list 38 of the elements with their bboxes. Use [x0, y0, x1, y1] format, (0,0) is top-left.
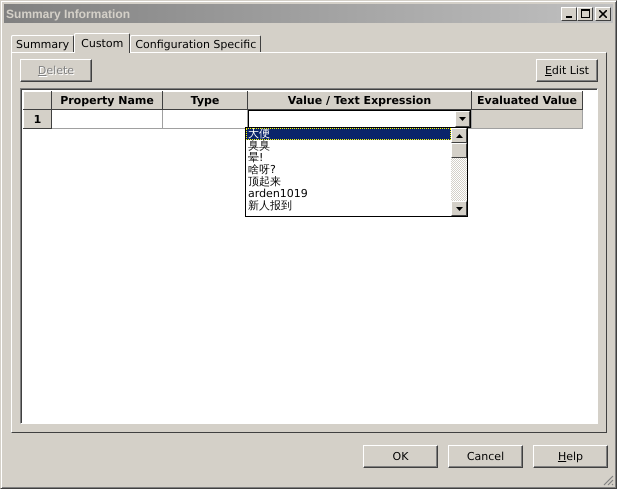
resize-grip-icon [602, 474, 614, 486]
caret-icon [459, 117, 466, 121]
table-cell[interactable] [52, 110, 162, 128]
dropdown-item[interactable]: 新人报到 [246, 200, 451, 212]
scrollbar[interactable] [451, 128, 467, 216]
dropdown-button[interactable] [455, 111, 470, 127]
minimize-button[interactable] [561, 6, 577, 20]
dropdown-item[interactable]: 大便 [246, 128, 451, 140]
column-header[interactable]: Evaluated Value [472, 92, 582, 110]
tab[interactable]: Custom [74, 33, 130, 53]
dropdown-item[interactable]: arden1019 [246, 188, 451, 200]
dropdown-item[interactable]: 晕! [246, 152, 451, 164]
column-header[interactable]: Property Name [52, 92, 162, 110]
column-header[interactable]: Type [162, 92, 248, 110]
row-number: 1 [24, 110, 52, 128]
scroll-up-button[interactable] [451, 128, 467, 143]
close-icon [599, 10, 607, 18]
tab[interactable]: Configuration Specific [130, 35, 262, 52]
close-button[interactable] [595, 6, 611, 20]
toolbar-button[interactable]: Edit List [536, 59, 598, 82]
window-title: Summary Information [6, 6, 130, 20]
column-header[interactable]: Value / Text Expression [248, 92, 472, 110]
dialog-button[interactable]: OK [363, 445, 438, 468]
scroll-thumb[interactable] [451, 143, 467, 158]
maximize-icon [580, 9, 590, 18]
dropdown-item[interactable]: 啥呀? [246, 164, 451, 176]
corner-cell [24, 92, 52, 110]
maximize-button[interactable] [577, 6, 593, 20]
dropdown-item[interactable]: 顶起来 [246, 176, 451, 188]
dialog-button[interactable]: Cancel [448, 445, 523, 468]
value-combo-box[interactable] [248, 110, 471, 128]
scroll-down-button[interactable] [451, 201, 467, 216]
dialog-button[interactable]: Help [533, 445, 608, 468]
down-arrow-icon [456, 206, 462, 210]
minimize-icon [566, 16, 572, 18]
dropdown-item[interactable]: 臭臭 [246, 140, 451, 152]
up-arrow-icon [456, 134, 462, 138]
tab[interactable]: Summary [11, 35, 74, 52]
